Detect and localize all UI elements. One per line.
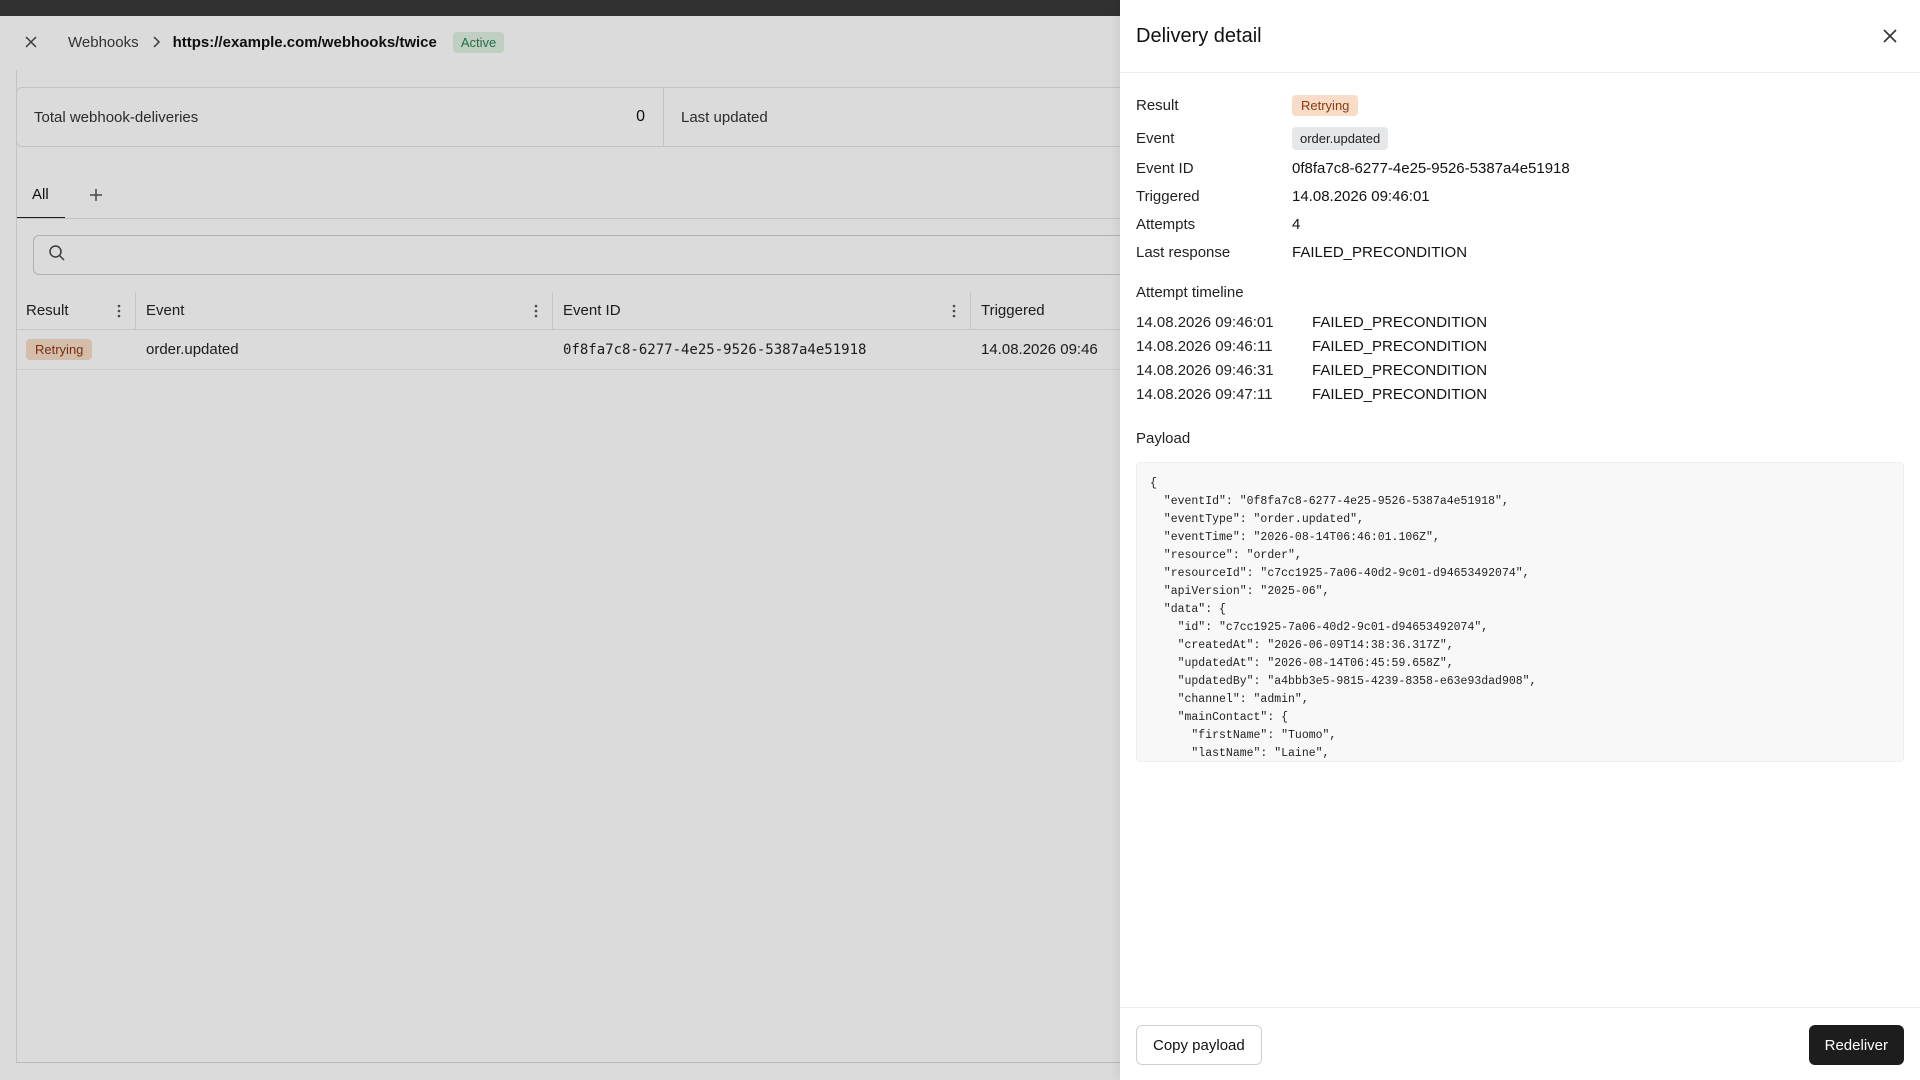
field-event-id: Event ID 0f8fa7c8-6277-4e25-9526-5387a4e…: [1136, 154, 1570, 182]
field-result: Result Retrying: [1136, 89, 1570, 122]
attempt-status: FAILED_PRECONDITION: [1312, 385, 1488, 403]
field-label: Last response: [1136, 243, 1231, 261]
redeliver-button[interactable]: Redeliver: [1808, 1025, 1904, 1065]
field-label: Event: [1136, 129, 1175, 147]
drawer-header: Delivery detail: [1120, 0, 1920, 73]
list-item: 14.08.2026 09:46:01 FAILED_PRECONDITION: [1136, 310, 1487, 334]
status-badge: Retrying: [1292, 95, 1359, 116]
attempt-time: 14.08.2026 09:46:31: [1136, 361, 1274, 379]
field-value: 14.08.2026 09:46:01: [1292, 187, 1430, 205]
field-last-response: Last response FAILED_PRECONDITION: [1136, 238, 1570, 266]
list-item: 14.08.2026 09:47:11 FAILED_PRECONDITION: [1136, 382, 1487, 406]
field-label: Result: [1136, 97, 1179, 114]
payload-title: Payload: [1136, 430, 1191, 447]
attempt-status: FAILED_PRECONDITION: [1312, 361, 1488, 379]
drawer-title: Delivery detail: [1136, 24, 1262, 47]
field-value: 0f8fa7c8-6277-4e25-9526-5387a4e51918: [1292, 159, 1570, 177]
field-value: 4: [1292, 215, 1301, 233]
attempt-timeline: 14.08.2026 09:46:01 FAILED_PRECONDITION …: [1136, 310, 1487, 406]
close-icon[interactable]: [1878, 24, 1902, 48]
attempt-time: 14.08.2026 09:46:11: [1136, 337, 1273, 355]
copy-payload-button[interactable]: Copy payload: [1136, 1025, 1262, 1065]
field-attempts: Attempts 4: [1136, 210, 1570, 238]
field-value: FAILED_PRECONDITION: [1292, 243, 1468, 261]
field-label: Triggered: [1136, 187, 1200, 205]
event-badge: order.updated: [1292, 126, 1389, 150]
list-item: 14.08.2026 09:46:31 FAILED_PRECONDITION: [1136, 358, 1487, 382]
field-triggered: Triggered 14.08.2026 09:46:01: [1136, 182, 1570, 210]
field-label: Event ID: [1136, 159, 1194, 177]
attempt-time: 14.08.2026 09:47:11: [1136, 385, 1273, 403]
modal-overlay[interactable]: [0, 0, 1120, 1080]
attempt-time: 14.08.2026 09:46:01: [1136, 313, 1274, 331]
payload-json: { "eventId": "0f8fa7c8-6277-4e25-9526-53…: [1150, 477, 1537, 760]
timeline-title: Attempt timeline: [1136, 284, 1244, 301]
delivery-detail-drawer: Delivery detail Result Retrying Event or…: [1120, 0, 1920, 1080]
field-event: Event order.updated: [1136, 122, 1570, 154]
payload-code-block[interactable]: { "eventId": "0f8fa7c8-6277-4e25-9526-53…: [1136, 462, 1904, 762]
field-label: Attempts: [1136, 215, 1196, 233]
drawer-footer: Copy payload Redeliver: [1120, 1007, 1920, 1080]
list-item: 14.08.2026 09:46:11 FAILED_PRECONDITION: [1136, 334, 1487, 358]
delivery-fields: Result Retrying Event order.updated Even…: [1136, 89, 1570, 266]
attempt-status: FAILED_PRECONDITION: [1312, 337, 1488, 355]
attempt-status: FAILED_PRECONDITION: [1312, 313, 1488, 331]
